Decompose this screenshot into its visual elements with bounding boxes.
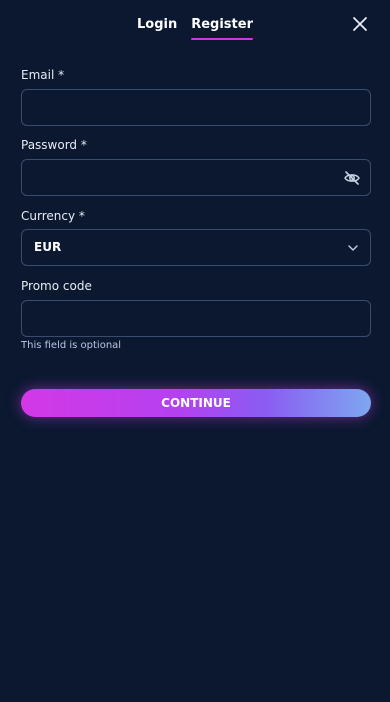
email-label: Email * — [21, 68, 65, 82]
tab-register[interactable]: Register — [191, 16, 253, 40]
promo-code-field[interactable] — [22, 301, 370, 336]
password-field-box — [21, 159, 371, 196]
promo-code-helper: This field is optional — [21, 340, 122, 351]
close-button[interactable] — [350, 14, 370, 34]
currency-label: Currency * — [21, 209, 85, 223]
promo-code-label: Promo code — [21, 279, 92, 293]
password-field[interactable] — [22, 160, 370, 195]
chevron-down-icon — [348, 245, 358, 251]
close-icon — [353, 17, 367, 31]
tab-login[interactable]: Login — [137, 16, 177, 40]
eye-off-icon — [344, 171, 360, 185]
promo-code-field-box — [21, 300, 371, 337]
email-field[interactable] — [22, 90, 370, 125]
currency-select[interactable]: EUR — [21, 229, 371, 266]
toggle-password-visibility[interactable] — [343, 169, 361, 187]
password-label: Password * — [21, 138, 87, 152]
continue-button[interactable]: CONTINUE — [21, 389, 371, 417]
email-field-box — [21, 89, 371, 126]
currency-value: EUR — [34, 240, 62, 254]
auth-tabs: Login Register — [0, 16, 390, 42]
